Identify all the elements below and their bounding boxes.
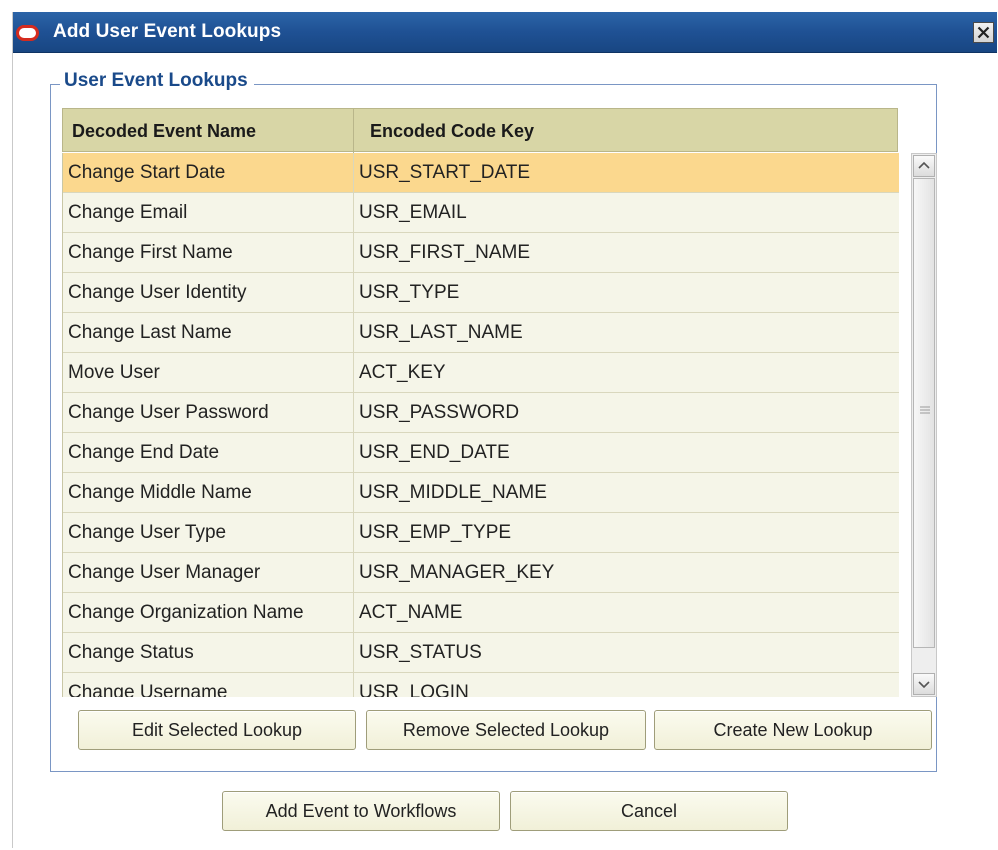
encoded-code-key-cell: USR_EMP_TYPE [359, 522, 512, 543]
table-row[interactable]: Change End Date USR_END_DATE [63, 433, 899, 473]
decoded-event-name-cell: Change Username [68, 682, 228, 697]
decoded-event-name-cell: Change Status [68, 642, 194, 663]
table-row[interactable]: Change Status USR_STATUS [63, 633, 899, 673]
encoded-code-key-cell: USR_TYPE [359, 282, 460, 303]
column-header-decoded-event-name[interactable]: Decoded Event Name [72, 109, 352, 153]
table-row[interactable]: Change Organization Name ACT_NAME [63, 593, 899, 633]
decoded-event-name-cell: Change User Type [68, 522, 227, 543]
decoded-event-name-cell: Change User Identity [68, 282, 247, 303]
table-row[interactable]: Change First Name USR_FIRST_NAME [63, 233, 899, 273]
encoded-code-key-cell: USR_PASSWORD [359, 402, 520, 423]
cell-divider [353, 393, 354, 433]
table-header: Decoded Event Name Encoded Code Key [62, 108, 898, 153]
scroll-thumb[interactable] [913, 178, 935, 648]
encoded-code-key-cell: USR_FIRST_NAME [359, 242, 531, 263]
encoded-code-key-cell: ACT_KEY [359, 362, 446, 383]
encoded-code-key-cell: ACT_NAME [359, 602, 463, 623]
table-row[interactable]: Change Email USR_EMAIL [63, 193, 899, 233]
close-button[interactable] [973, 22, 994, 43]
encoded-code-key-cell: USR_MIDDLE_NAME [359, 482, 547, 503]
dialog-title: Add User Event Lookups [53, 21, 282, 42]
decoded-event-name-cell: Change Start Date [68, 162, 226, 183]
decoded-event-name-cell: Change Middle Name [68, 482, 252, 503]
scroll-up-button[interactable] [913, 155, 935, 177]
oracle-logo-icon [16, 25, 39, 41]
table-row[interactable]: Change User Password USR_PASSWORD [63, 393, 899, 433]
encoded-code-key-cell: USR_STATUS [359, 642, 482, 663]
encoded-code-key-cell: USR_LAST_NAME [359, 322, 523, 343]
decoded-event-name-cell: Change End Date [68, 442, 220, 463]
lookups-table: Decoded Event Name Encoded Code Key Chan… [62, 108, 938, 698]
decoded-event-name-cell: Move User [68, 362, 160, 383]
group-legend: User Event Lookups [60, 68, 254, 94]
table-row[interactable]: Change Start Date USR_START_DATE [63, 153, 899, 193]
cell-divider [353, 633, 354, 673]
edit-selected-lookup-button[interactable]: Edit Selected Lookup [78, 710, 356, 750]
decoded-event-name-cell: Change Organization Name [68, 602, 304, 623]
encoded-code-key-cell: USR_EMAIL [359, 202, 467, 223]
remove-selected-lookup-button[interactable]: Remove Selected Lookup [366, 710, 646, 750]
decoded-event-name-cell: Change Last Name [68, 322, 232, 343]
add-event-to-workflows-button[interactable]: Add Event to Workflows [222, 791, 500, 831]
decoded-event-name-cell: Change User Password [68, 402, 269, 423]
encoded-code-key-cell: USR_START_DATE [359, 162, 531, 183]
cell-divider [353, 353, 354, 393]
chevron-down-icon [918, 681, 930, 689]
cell-divider [353, 273, 354, 313]
cell-divider [353, 153, 354, 193]
cell-divider [353, 233, 354, 273]
encoded-code-key-cell: USR_END_DATE [359, 442, 510, 463]
title-bar[interactable]: Add User Event Lookups [13, 12, 997, 53]
decoded-event-name-cell: Change User Manager [68, 562, 261, 583]
table-row[interactable]: Change User Manager USR_MANAGER_KEY [63, 553, 899, 593]
chevron-up-icon [918, 161, 930, 169]
cell-divider [353, 433, 354, 473]
table-row[interactable]: Change User Type USR_EMP_TYPE [63, 513, 899, 553]
column-divider[interactable] [353, 109, 354, 153]
table-body: Change Start Date USR_START_DATE Change … [62, 153, 899, 697]
scroll-down-button[interactable] [913, 673, 935, 695]
create-new-lookup-button[interactable]: Create New Lookup [654, 710, 932, 750]
column-header-encoded-code-key[interactable]: Encoded Code Key [370, 109, 890, 153]
cell-divider [353, 513, 354, 553]
cell-divider [353, 593, 354, 633]
grip-icon [920, 406, 930, 414]
cell-divider [353, 553, 354, 593]
table-row[interactable]: Change Username USR_LOGIN [63, 673, 899, 697]
cell-divider [353, 673, 354, 697]
cancel-button[interactable]: Cancel [510, 791, 788, 831]
cell-divider [353, 193, 354, 233]
table-row[interactable]: Change Last Name USR_LAST_NAME [63, 313, 899, 353]
cell-divider [353, 313, 354, 353]
encoded-code-key-cell: USR_LOGIN [359, 682, 469, 697]
table-row[interactable]: Move User ACT_KEY [63, 353, 899, 393]
decoded-event-name-cell: Change Email [68, 202, 188, 223]
encoded-code-key-cell: USR_MANAGER_KEY [359, 562, 555, 583]
decoded-event-name-cell: Change First Name [68, 242, 233, 263]
table-row[interactable]: Change Middle Name USR_MIDDLE_NAME [63, 473, 899, 513]
cell-divider [353, 473, 354, 513]
close-icon [977, 26, 990, 39]
table-row[interactable]: Change User Identity USR_TYPE [63, 273, 899, 313]
vertical-scrollbar[interactable] [911, 153, 937, 697]
